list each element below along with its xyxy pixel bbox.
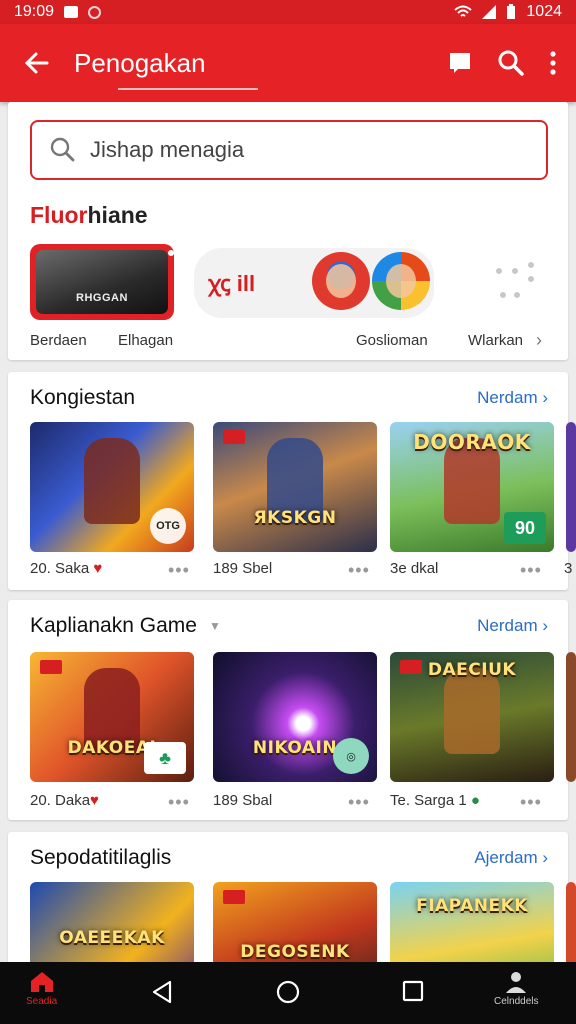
game-tile[interactable]: DAECIUK	[390, 652, 554, 782]
tile-badge: ◎	[333, 738, 369, 774]
game-tile[interactable]: NIKOAIN ◎	[213, 652, 377, 782]
section-title: Kaplianakn Game ▼	[30, 614, 221, 637]
featured-card: Jishap menagia Fluorhiane RHGGAN ꭓꞔ ill …	[8, 102, 568, 360]
wifi-icon	[454, 5, 473, 17]
game-character	[84, 438, 140, 524]
signal-icon	[482, 5, 497, 19]
sync-icon	[88, 5, 102, 19]
game-logo: DEGOSENK	[240, 942, 350, 962]
tile-caption: 3e dkal	[390, 560, 439, 577]
tile-caption: 189 Sbal	[213, 792, 273, 809]
person-icon	[506, 972, 527, 993]
featured-thumbnail[interactable]: RHGGAN	[30, 244, 174, 320]
square-recents-icon	[402, 980, 424, 1002]
tile-badge: ♣	[144, 742, 186, 774]
tile-badge: OTG	[150, 508, 186, 544]
tile-caption: 3	[564, 560, 573, 577]
featured-title-red: Fluor	[30, 202, 88, 228]
section-card: Kongiestan Nerdam › OTG 20. Saka ♥ ••• Я…	[8, 372, 576, 590]
status-time: 19:09	[14, 3, 55, 20]
home-icon	[30, 972, 53, 992]
more-icon[interactable]: •••	[520, 792, 542, 813]
status-bar: 19:09 1024	[0, 0, 576, 24]
more-icon[interactable]: •••	[168, 792, 190, 813]
game-tile-partial[interactable]	[566, 422, 576, 552]
featured-title-black: hiane	[87, 202, 148, 228]
nav-profile[interactable]: Celnddels	[494, 970, 538, 1007]
section-title: Sepodatitilaglis	[30, 846, 172, 869]
game-tile[interactable]: ЯKSKGN	[213, 422, 377, 552]
battery-icon	[507, 4, 516, 19]
more-dots-icon[interactable]	[494, 262, 534, 302]
section-title: Kongiestan	[30, 386, 136, 409]
section-more-link[interactable]: Ajerdam ›	[474, 848, 548, 868]
notification-icon	[64, 6, 79, 18]
more-icon[interactable]: •••	[168, 560, 190, 581]
app-bar: Penogakan	[0, 24, 576, 102]
nav-home-button[interactable]	[276, 980, 300, 1004]
game-logo: ЯKSKGN	[253, 508, 337, 528]
game-tile-partial[interactable]	[566, 652, 576, 782]
section-more-link[interactable]: Nerdam ›	[477, 616, 548, 636]
game-logo: OAEEEKAK	[59, 928, 165, 948]
page-title: Penogakan	[74, 47, 258, 90]
search-input[interactable]: Jishap menagia	[30, 120, 548, 180]
game-tile[interactable]: OTG	[30, 422, 194, 552]
arrow-left-icon	[24, 52, 49, 74]
caret-down-icon[interactable]: ▼	[209, 619, 221, 633]
chat-icon[interactable]	[448, 51, 472, 75]
more-vert-icon[interactable]	[550, 51, 556, 75]
game-tile[interactable]: DOORAOK 90	[390, 422, 554, 552]
bottom-nav-bar: Seadia Celnddels	[0, 962, 576, 1024]
section-more-link[interactable]: Nerdam ›	[477, 388, 548, 408]
nav-home[interactable]: Seadia	[26, 970, 57, 1007]
back-button[interactable]	[0, 49, 74, 77]
section-card: Kaplianakn Game ▼ Nerdam › DAKOEAI ♣ 20. …	[8, 600, 576, 820]
nav-home-label: Seadia	[26, 996, 58, 1007]
more-icon[interactable]: •••	[348, 560, 370, 581]
game-tile[interactable]: DAKOEAI ♣	[30, 652, 194, 782]
more-icon[interactable]: •••	[348, 792, 370, 813]
tile-caption: 189 Sbel	[213, 560, 273, 577]
more-icon[interactable]: •••	[520, 560, 542, 581]
game-logo: DAECIUK	[427, 660, 517, 680]
avatar[interactable]	[312, 252, 370, 310]
nav-back-button[interactable]	[150, 980, 174, 1004]
game-character	[444, 668, 500, 754]
circle-home-icon	[276, 980, 300, 1004]
featured-thumb-text: RHGGAN	[76, 292, 128, 304]
featured-label[interactable]: Wlarkan	[468, 332, 523, 349]
game-logo: FIAPANEKK	[416, 896, 528, 916]
featured-title: Fluorhiane	[30, 202, 148, 229]
chevron-right-icon[interactable]: ›	[536, 330, 542, 351]
game-logo: DOORAOK	[413, 430, 531, 454]
avatar[interactable]	[372, 252, 430, 310]
featured-dot	[168, 250, 174, 256]
nav-profile-label: Celnddels	[494, 996, 539, 1007]
section-card: Sepodatitilaglis Ajerdam › OAEEEKAK DEGO…	[8, 832, 576, 1012]
tile-tag	[223, 890, 245, 904]
featured-label[interactable]: Elhagan	[118, 332, 173, 349]
nav-recents-button[interactable]	[402, 980, 424, 1002]
tile-tag	[223, 430, 245, 444]
tile-tag	[40, 660, 62, 674]
search-icon	[50, 137, 75, 162]
featured-label[interactable]: Berdaen	[30, 332, 87, 349]
tile-badge: 90	[504, 512, 546, 544]
featured-pill-text: ꭓꞔ ill	[208, 271, 256, 296]
featured-label[interactable]: Goslioman	[356, 332, 428, 349]
tile-caption: 20. Daka♥	[30, 792, 99, 809]
search-icon[interactable]	[498, 50, 524, 76]
triangle-back-icon	[152, 980, 172, 1004]
tile-caption: 20. Saka ♥	[30, 560, 103, 577]
battery-level: 1024	[526, 3, 562, 20]
tile-caption: Te. Sarga 1 ●	[390, 792, 480, 809]
search-placeholder: Jishap menagia	[90, 137, 245, 162]
